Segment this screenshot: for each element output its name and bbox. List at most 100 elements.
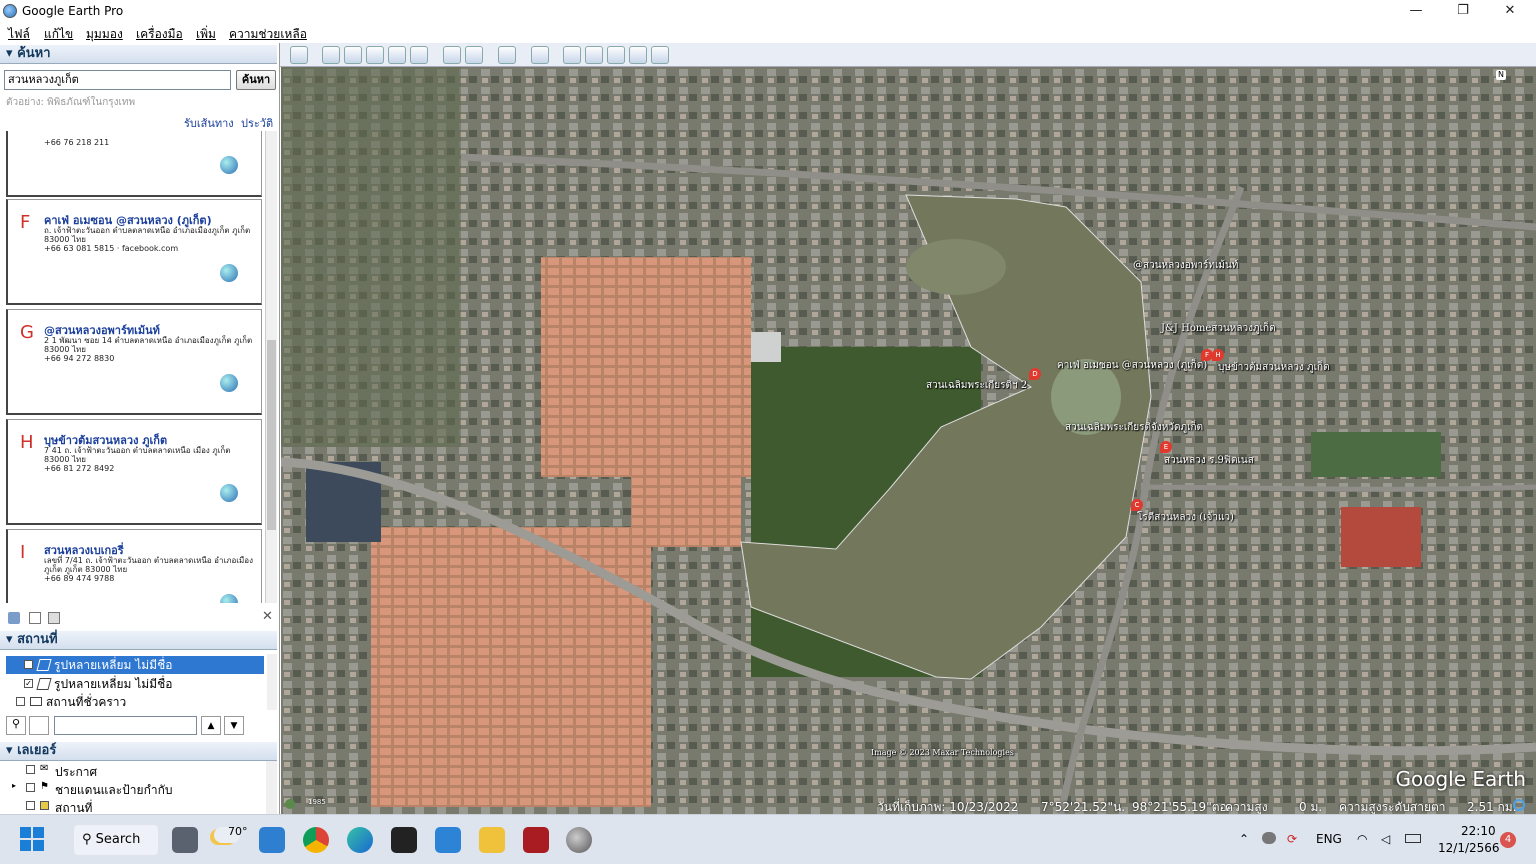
- notification-badge[interactable]: 4: [1500, 832, 1516, 848]
- layers-section-header[interactable]: ▾ เลเยอร์: [0, 742, 277, 761]
- directions-link[interactable]: รับเส้นทาง: [184, 114, 234, 132]
- arrow-down-icon[interactable]: ▼: [224, 716, 244, 735]
- battery-icon[interactable]: [1405, 834, 1421, 843]
- checkbox[interactable]: [26, 783, 35, 792]
- place-item[interactable]: ✓ รูปหลายเหลี่ยม ไม่มีชื่อ: [6, 656, 264, 674]
- view-in-maps-icon[interactable]: [629, 46, 647, 64]
- ruler-icon[interactable]: [531, 46, 549, 64]
- place-item[interactable]: ✓ รูปหลายเหลี่ยม ไม่มีชื่อ: [6, 675, 264, 693]
- result-card[interactable]: +66 76 218 211: [6, 131, 262, 197]
- timeline-icon[interactable]: [285, 799, 295, 809]
- historical-imagery-icon[interactable]: [443, 46, 461, 64]
- image-overlay-icon[interactable]: [388, 46, 406, 64]
- expand-icon[interactable]: ▸: [12, 781, 16, 790]
- onedrive-icon[interactable]: [1262, 832, 1276, 844]
- menu-tools[interactable]: เครื่องมือ: [136, 25, 183, 44]
- menu-file[interactable]: ไฟล์: [8, 25, 30, 44]
- places-search-input[interactable]: [54, 716, 197, 735]
- map-label[interactable]: สวนหลวง ร.9ฟิตเนส: [1164, 453, 1254, 468]
- layers-scrollbar[interactable]: [266, 761, 277, 814]
- close-panel-icon[interactable]: ✕: [262, 609, 273, 624]
- add-polygon-icon[interactable]: [344, 46, 362, 64]
- globe-icon[interactable]: [220, 264, 238, 282]
- result-card[interactable]: H บุษข้าวต้มสวนหลวง ภูเก็ต 7 41 ถ. เจ้าฟ…: [6, 419, 262, 525]
- folder-icon[interactable]: [8, 612, 20, 624]
- result-card[interactable]: F คาเฟ่ อเมซอน @สวนหลวง (ภูเก็ต) ถ. เจ้า…: [6, 199, 262, 305]
- record-tour-icon[interactable]: [410, 46, 428, 64]
- email-icon[interactable]: [563, 46, 581, 64]
- copy-icon[interactable]: [29, 612, 41, 624]
- checkbox[interactable]: [26, 801, 35, 810]
- result-card[interactable]: I สวนหลวงเบเกอรี่ เลขที่ 7/41 ถ. เจ้าฟ้า…: [6, 529, 262, 603]
- task-view-icon[interactable]: [172, 827, 198, 853]
- search-icon[interactable]: ⚲: [6, 716, 26, 735]
- planets-icon[interactable]: [498, 46, 516, 64]
- panel-toggle-icon[interactable]: [29, 716, 49, 735]
- menu-edit[interactable]: แก้ไข: [44, 25, 73, 44]
- places-section-header[interactable]: ▾ สถานที่: [0, 631, 277, 650]
- map-label[interactable]: บุษข้าวต้มสวนหลวง ภูเก็ต: [1218, 360, 1330, 375]
- map-view[interactable]: D F H E C @สวนหลวงอพาร์ทเม้นท์ J&J Homeส…: [281, 67, 1536, 814]
- save-image-icon[interactable]: [607, 46, 625, 64]
- places-scrollbar[interactable]: [267, 654, 277, 710]
- edge-icon[interactable]: [347, 827, 373, 853]
- menu-help[interactable]: ความช่วยเหลือ: [229, 25, 307, 44]
- garena-icon[interactable]: [523, 827, 549, 853]
- earth-gallery-icon[interactable]: [651, 46, 669, 64]
- search-input[interactable]: สวนหลวงภูเก็ต: [4, 70, 231, 90]
- search-section-header[interactable]: ▾ ค้นหา: [0, 45, 277, 64]
- file-explorer-icon[interactable]: [479, 827, 505, 853]
- wifi-icon[interactable]: ◠: [1357, 832, 1367, 846]
- windows-start-icon[interactable]: [20, 827, 44, 851]
- clock-date[interactable]: 12/1/2566: [1438, 841, 1500, 855]
- menu-view[interactable]: มุมมอง: [86, 25, 123, 44]
- result-card[interactable]: G @สวนหลวงอพาร์ทเม้นท์ 2 1 พัฒนา ซอย 14 …: [6, 309, 262, 415]
- globe-icon[interactable]: [220, 484, 238, 502]
- search-results-list: +66 76 218 211 F คาเฟ่ อเมซอน @สวนหลวง (…: [6, 131, 264, 603]
- map-label[interactable]: สวนเฉลิมพระเกียรติฯ 2: [926, 378, 1027, 393]
- sync-icon[interactable]: ⟳: [1287, 832, 1297, 846]
- taskbar-search[interactable]: ⚲ Search: [74, 825, 158, 855]
- history-link[interactable]: ประวัติ: [241, 114, 273, 132]
- add-placemark-icon[interactable]: [322, 46, 340, 64]
- map-label[interactable]: @สวนหลวงอพาร์ทเม้นท์: [1133, 258, 1238, 273]
- arrow-up-icon[interactable]: ▲: [201, 716, 221, 735]
- google-earth-logo-icon: [3, 4, 17, 18]
- checkbox[interactable]: [16, 697, 25, 706]
- volume-icon[interactable]: ◁: [1381, 832, 1390, 846]
- print-icon[interactable]: [48, 612, 60, 624]
- map-pin[interactable]: D: [1029, 368, 1041, 380]
- clock-time[interactable]: 22:10: [1461, 824, 1496, 838]
- language-indicator[interactable]: ENG: [1316, 832, 1342, 846]
- north-indicator[interactable]: N: [1496, 70, 1506, 80]
- map-label[interactable]: J&J Homeสวนหลวงภูเก็ต: [1161, 321, 1276, 336]
- sidebar-toggle-icon[interactable]: [290, 46, 308, 64]
- place-item[interactable]: สถานที่ชั่วคราว: [6, 693, 264, 710]
- checkbox[interactable]: ✓: [24, 679, 33, 688]
- maximize-button[interactable]: ❐: [1440, 0, 1486, 22]
- map-pin[interactable]: E: [1160, 441, 1172, 453]
- store-icon[interactable]: [435, 827, 461, 853]
- checkbox[interactable]: ✓: [24, 660, 33, 669]
- places-header-label: สถานที่: [17, 632, 58, 647]
- search-button[interactable]: ค้นหา: [236, 70, 276, 90]
- map-label[interactable]: โรตีสวนหลวง (เจ้าแว): [1137, 510, 1234, 525]
- sunlight-icon[interactable]: [465, 46, 483, 64]
- add-path-icon[interactable]: [366, 46, 384, 64]
- menu-add[interactable]: เพิ่ม: [196, 25, 216, 44]
- globe-icon[interactable]: [220, 156, 238, 174]
- close-button[interactable]: ✕: [1487, 0, 1533, 22]
- chrome-icon[interactable]: [303, 827, 329, 853]
- mail-icon[interactable]: [259, 827, 285, 853]
- google-earth-pro-taskbar-icon[interactable]: [566, 827, 592, 853]
- checkbox[interactable]: [26, 765, 35, 774]
- chevron-up-icon[interactable]: ⌃: [1239, 832, 1249, 846]
- map-label[interactable]: คาเฟ่ อเมซอน @สวนหลวง (ภูเก็ต): [1057, 358, 1207, 373]
- globe-icon[interactable]: [220, 374, 238, 392]
- results-scroll-thumb[interactable]: [267, 340, 276, 530]
- map-label[interactable]: สวนเฉลิมพระเกียรติจังหวัดภูเก็ต: [1065, 420, 1203, 435]
- minimize-button[interactable]: —: [1393, 0, 1439, 22]
- globe-icon[interactable]: [220, 594, 238, 603]
- terminal-app-icon[interactable]: [391, 827, 417, 853]
- print-icon[interactable]: [585, 46, 603, 64]
